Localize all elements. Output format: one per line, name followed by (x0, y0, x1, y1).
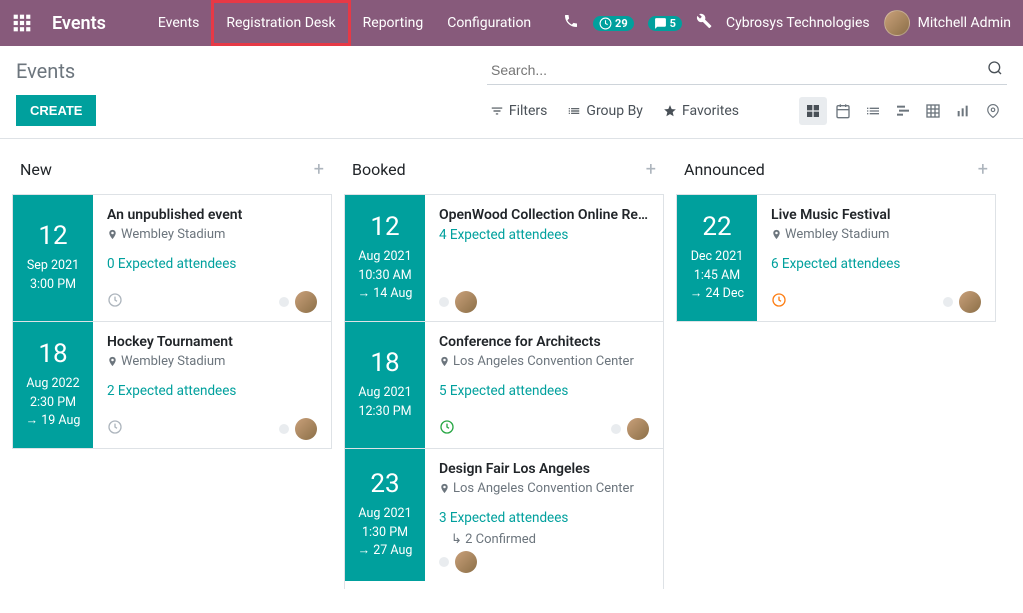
owner-avatar[interactable] (959, 291, 981, 313)
groupby-label: Group By (586, 103, 643, 119)
owner-avatar[interactable] (627, 418, 649, 440)
card-title: OpenWood Collection Online Re… (439, 207, 649, 223)
create-button[interactable]: CREATE (16, 95, 96, 126)
clock-icon[interactable] (107, 419, 123, 439)
priority-dot[interactable] (439, 297, 449, 307)
card-attendees[interactable]: 0 Expected attendees (107, 256, 317, 272)
priority-dot[interactable] (943, 297, 953, 307)
clock-icon[interactable] (771, 292, 787, 312)
kanban-card[interactable]: 18Aug 20222:30 PM→ 19 Aug Hockey Tourname… (12, 321, 332, 449)
card-title: An unpublished event (107, 207, 317, 223)
card-date: 12Aug 202110:30 AM→ 14 Aug (345, 195, 425, 321)
card-attendees[interactable]: 6 Expected attendees (771, 256, 981, 272)
page-title: Events (16, 59, 75, 83)
clock-icon[interactable] (439, 419, 455, 439)
chat-badge[interactable]: 5 (648, 16, 682, 31)
kanban-card[interactable]: 23Aug 20211:30 PM→ 27 Aug Design Fair Los… (344, 448, 664, 582)
priority-dot[interactable] (439, 557, 449, 567)
card-attendees[interactable]: 2 Expected attendees (107, 383, 317, 399)
card-attendees[interactable]: 4 Expected attendees (439, 227, 649, 243)
activity-badge[interactable]: 29 (593, 16, 634, 31)
phone-icon[interactable] (563, 13, 579, 33)
add-card-button[interactable]: + (646, 159, 656, 180)
card-date: 18Aug 202112:30 PM (345, 322, 425, 448)
chat-count: 5 (670, 17, 676, 30)
company-name[interactable]: Cybrosys Technologies (726, 15, 870, 31)
card-date: 22Dec 20211:45 AM→ 24 Dec (677, 195, 757, 321)
owner-avatar[interactable] (295, 291, 317, 313)
kanban-card[interactable]: 12Aug 202110:30 AM→ 14 Aug OpenWood Colle… (344, 194, 664, 322)
card-location: Los Angeles Convention Center (439, 354, 649, 369)
card-location: Los Angeles Convention Center (439, 481, 649, 496)
apps-icon[interactable] (12, 13, 32, 33)
view-kanban-button[interactable] (799, 97, 827, 125)
view-map-button[interactable] (979, 97, 1007, 125)
groupby-button[interactable]: Group By (567, 103, 643, 119)
owner-avatar[interactable] (455, 551, 477, 573)
brand-title[interactable]: Events (52, 13, 106, 34)
card-attendees[interactable]: 3 Expected attendees (439, 510, 649, 526)
avatar (884, 10, 910, 36)
topbar: Events EventsRegistration DeskReportingC… (0, 0, 1023, 46)
search-input[interactable] (487, 56, 1007, 85)
filters-button[interactable]: Filters (490, 103, 548, 119)
card-location: Wembley Stadium (107, 227, 317, 242)
kanban-card[interactable]: 12Sep 20213:00 PM An unpublished event Wem… (12, 194, 332, 322)
card-title: Conference for Architects (439, 334, 649, 350)
card-date: 12Sep 20213:00 PM (13, 195, 93, 321)
user-name: Mitchell Admin (918, 15, 1011, 31)
nav-item-registration-desk[interactable]: Registration Desk (211, 0, 350, 46)
card-title: Design Fair Los Angeles (439, 461, 649, 477)
search-icon[interactable] (987, 60, 1003, 80)
card-confirmed: ↳ 2 Confirmed (451, 532, 649, 547)
clock-icon[interactable] (107, 292, 123, 312)
view-graph-button[interactable] (949, 97, 977, 125)
column-title: Announced (684, 160, 765, 179)
card-title: Hockey Tournament (107, 334, 317, 350)
column-title: New (20, 160, 52, 179)
owner-avatar[interactable] (295, 418, 317, 440)
priority-dot[interactable] (279, 297, 289, 307)
view-gantt-button[interactable] (889, 97, 917, 125)
user-menu[interactable]: Mitchell Admin (884, 10, 1011, 36)
priority-dot[interactable] (279, 424, 289, 434)
nav-item-reporting[interactable]: Reporting (351, 0, 436, 46)
activity-count: 29 (615, 17, 628, 30)
filters-label: Filters (509, 103, 548, 119)
kanban-card[interactable]: 18Aug 202112:30 PM Conference for Archite… (344, 321, 664, 449)
column-title: Booked (352, 160, 406, 179)
favorites-button[interactable]: Favorites (663, 103, 739, 119)
card-title: Live Music Festival (771, 207, 981, 223)
view-pivot-button[interactable] (919, 97, 947, 125)
add-card-button[interactable]: + (314, 159, 324, 180)
favorites-label: Favorites (682, 103, 739, 119)
card-location: Wembley Stadium (771, 227, 981, 242)
card-attendees[interactable]: 5 Expected attendees (439, 383, 649, 399)
card-location: Wembley Stadium (107, 354, 317, 369)
view-calendar-button[interactable] (829, 97, 857, 125)
owner-avatar[interactable] (455, 291, 477, 313)
kanban-card[interactable]: 22Dec 20211:45 AM→ 24 Dec Live Music Fest… (676, 194, 996, 322)
view-list-button[interactable] (859, 97, 887, 125)
tools-icon[interactable] (696, 13, 712, 33)
nav-item-events[interactable]: Events (146, 0, 211, 46)
add-card-button[interactable]: + (978, 159, 988, 180)
card-date: 23Aug 20211:30 PM→ 27 Aug (345, 449, 425, 581)
priority-dot[interactable] (611, 424, 621, 434)
nav-item-configuration[interactable]: Configuration (435, 0, 543, 46)
card-date: 18Aug 20222:30 PM→ 19 Aug (13, 322, 93, 448)
